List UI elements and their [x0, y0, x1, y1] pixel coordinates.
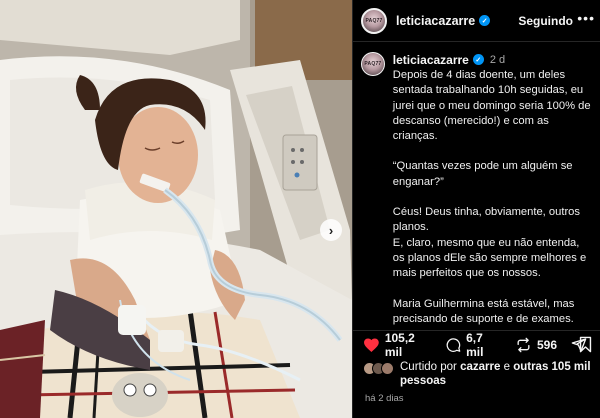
comments-area[interactable]: PAQ77 leticiacazarre ✓ 2 d Depois de 4 d…: [353, 42, 600, 328]
caption-text: Depois de 4 dias doente, um deles sentad…: [393, 68, 591, 328]
caption: PAQ77 leticiacazarre ✓ 2 d Depois de 4 d…: [361, 52, 591, 328]
following-button[interactable]: Seguindo: [518, 14, 573, 28]
liked-by-middle: e: [500, 361, 514, 373]
avatar-logo-text: PAQ77: [365, 17, 383, 24]
liked-by-prefix: Curtido por: [400, 361, 461, 373]
caption-paragraph: “Quantas vezes pode um alguém se enganar…: [392, 160, 573, 188]
repost-button[interactable]: 596: [515, 337, 557, 353]
verified-badge-icon: ✓: [479, 15, 491, 26]
comments-count[interactable]: 6,7 mil: [466, 331, 501, 359]
post-side-panel: PAQ77 leticiacazarre ✓ Seguindo ••• PAQ7…: [352, 0, 600, 418]
caption-username[interactable]: leticiacazarre: [393, 53, 469, 67]
hospital-photo-illustration: [0, 0, 352, 418]
reposts-count[interactable]: 596: [537, 338, 557, 352]
liked-by-text: Curtido por cazarre e outras 105 mil pes…: [400, 360, 595, 388]
post-photo[interactable]: ›: [0, 0, 352, 418]
caption-paragraph: Maria Guilhermina está estável, mas prec…: [392, 297, 575, 325]
avatar-logo-text: PAQ77: [364, 61, 382, 67]
post-date[interactable]: há 2 dias: [365, 393, 404, 404]
comment-button[interactable]: 6,7 mil: [446, 331, 501, 359]
chevron-right-icon: ›: [328, 222, 334, 238]
bookmark-icon: [579, 336, 592, 353]
caption-time[interactable]: 2 d: [490, 54, 505, 66]
caption-paragraph: Depois de 4 dias doente, um deles sentad…: [392, 69, 591, 143]
like-button[interactable]: 105,2 mil: [363, 331, 432, 359]
save-button[interactable]: [578, 336, 593, 358]
post-header: PAQ77 leticiacazarre ✓ Seguindo •••: [353, 0, 600, 42]
post-dialog: › PAQ77 leticiacazarre ✓ Seguindo ••• PA…: [0, 0, 600, 418]
comment-icon: [446, 337, 461, 352]
liked-by-user[interactable]: cazarre: [460, 361, 500, 373]
liker-avatar: [381, 362, 394, 375]
more-horizontal-icon[interactable]: •••: [577, 10, 595, 26]
heart-filled-icon: [364, 338, 379, 352]
liker-avatars[interactable]: [363, 362, 394, 388]
liked-by: Curtido por cazarre e outras 105 mil pes…: [363, 360, 595, 388]
carousel-next-button[interactable]: ›: [320, 219, 342, 241]
caption-paragraph: Céus! Deus tinha, obviamente, outros pla…: [392, 206, 580, 234]
caption-avatar[interactable]: PAQ77: [361, 52, 385, 76]
caption-paragraph: E, claro, mesmo que eu não entenda, os p…: [392, 236, 587, 280]
header-username[interactable]: leticiacazarre: [396, 14, 475, 28]
verified-badge-icon: ✓: [472, 54, 484, 65]
repost-icon: [517, 337, 530, 352]
likes-count[interactable]: 105,2 mil: [385, 331, 432, 359]
avatar[interactable]: PAQ77: [361, 7, 387, 34]
action-bar: 105,2 mil 6,7 mil 596: [353, 330, 600, 359]
